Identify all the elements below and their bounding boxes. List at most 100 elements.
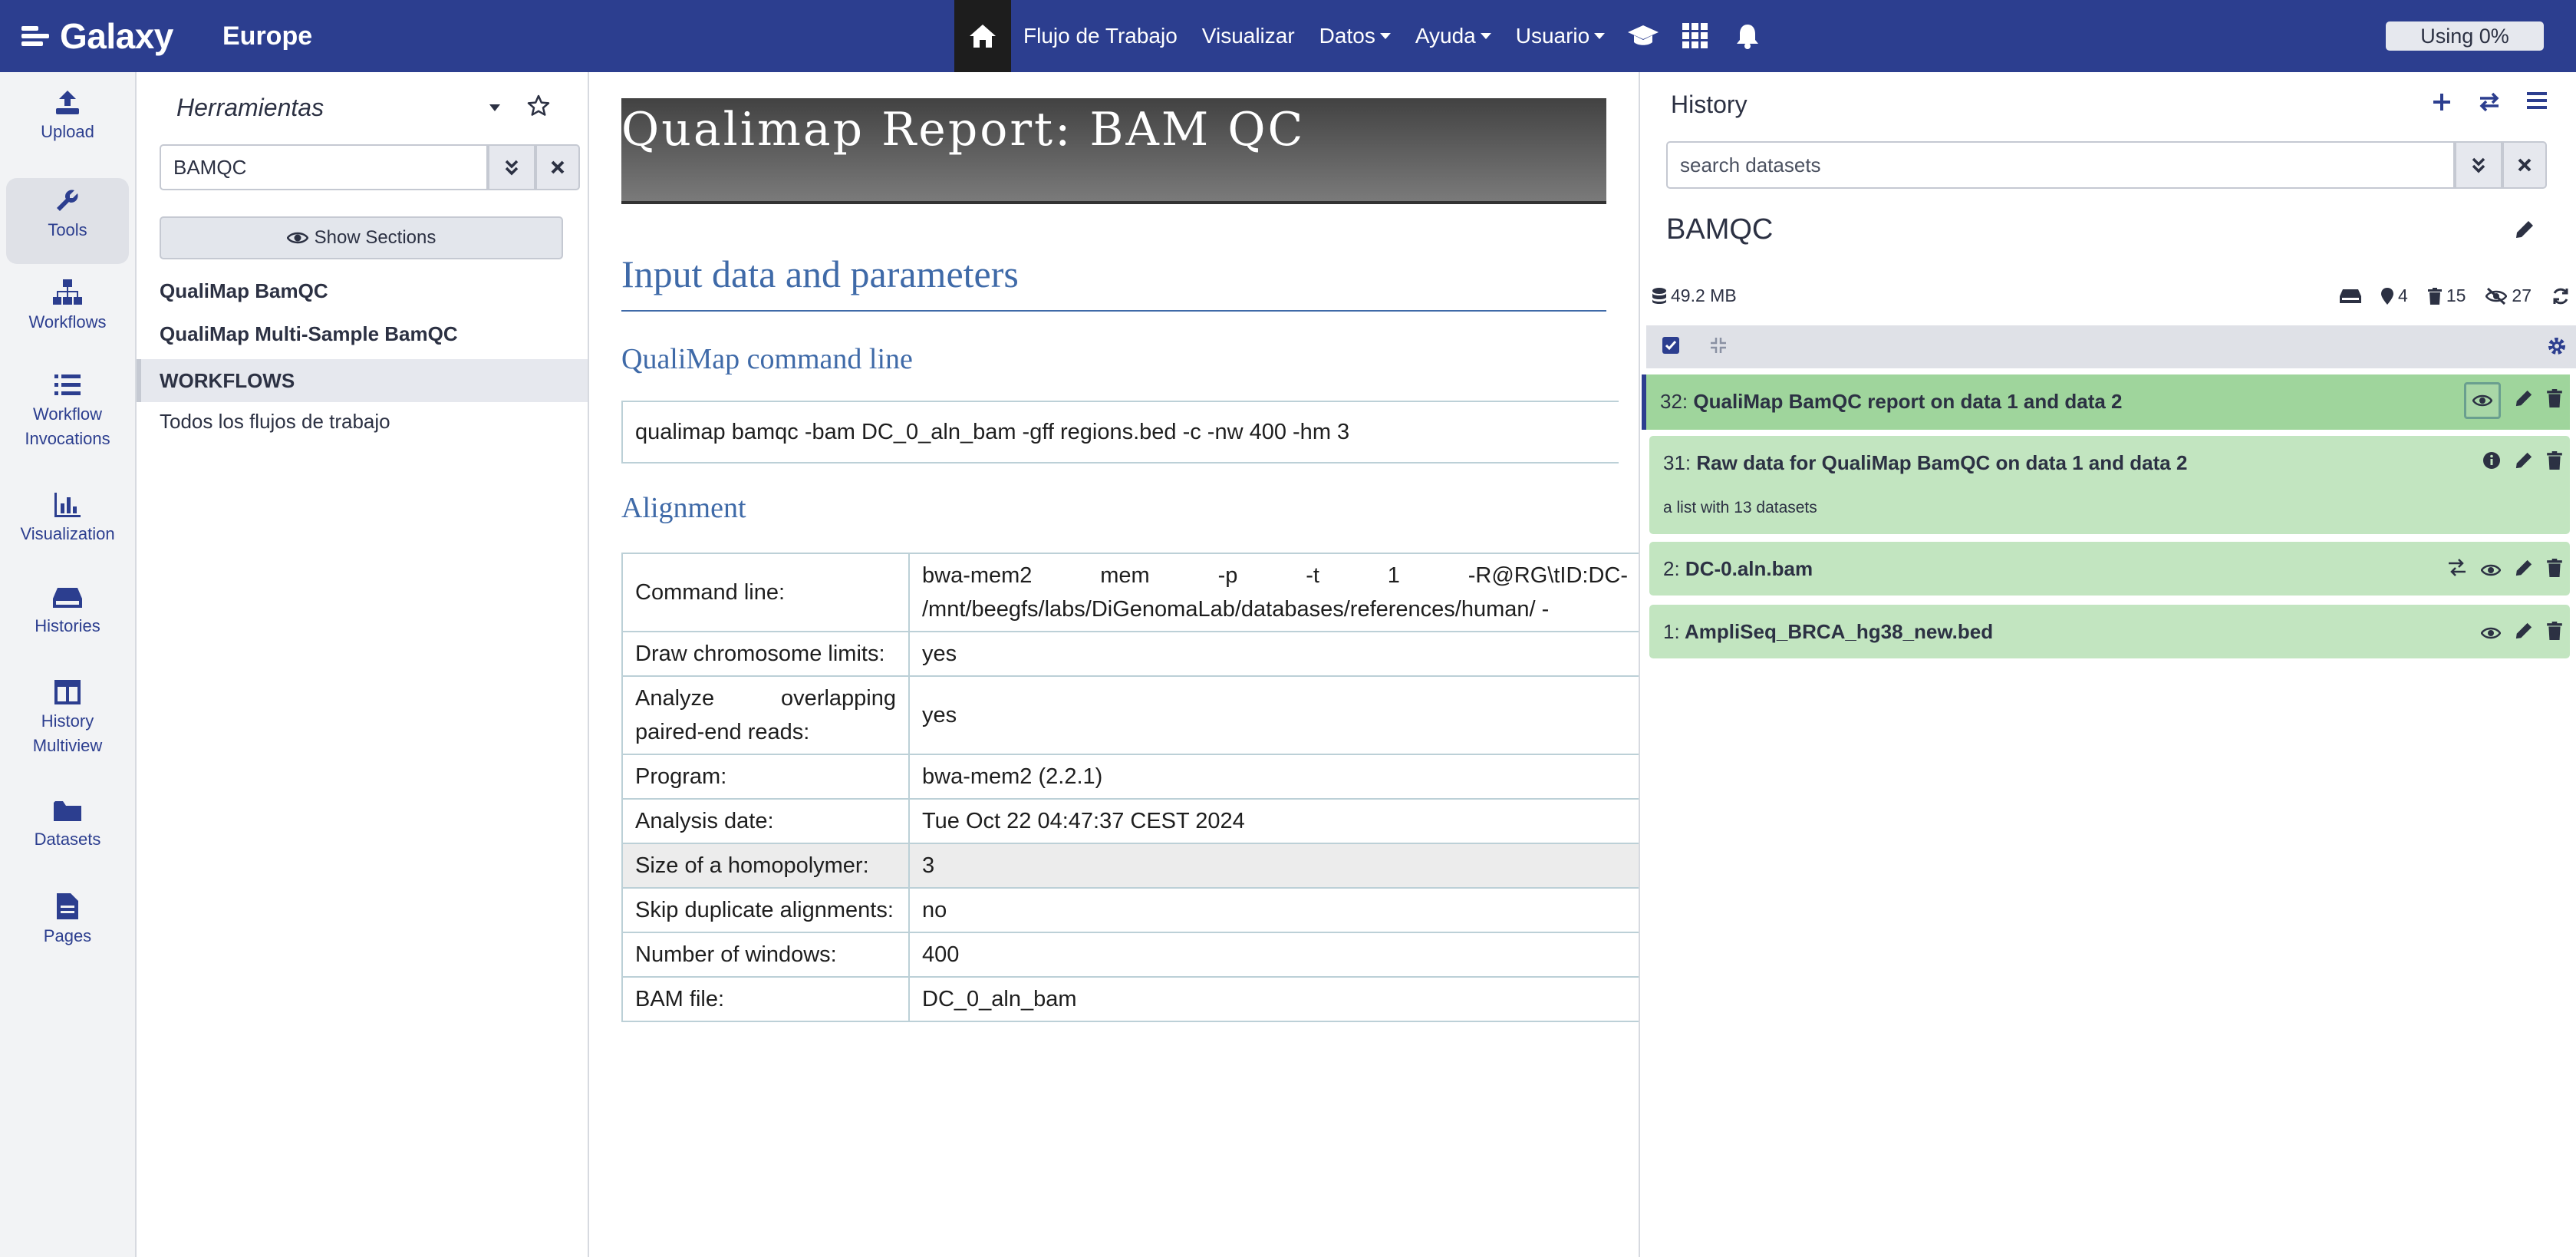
table-row: Draw chromosome limits: yes — [621, 631, 1639, 677]
edit-button[interactable] — [2515, 451, 2533, 475]
activity-workflow-invocations[interactable]: Workflow Invocations — [6, 373, 129, 473]
report-title: Qualimap Report: BAM QC — [621, 103, 1306, 157]
file-icon — [57, 893, 78, 919]
table-row: Program: bwa-mem2 (2.2.1) — [621, 754, 1639, 800]
dataset-hid: 1: — [1663, 620, 1680, 643]
compress-icon — [1711, 338, 1726, 353]
activity-upload[interactable]: Upload — [6, 89, 129, 166]
activity-datasets[interactable]: Datasets — [6, 800, 129, 876]
deleted-count[interactable]: 15 — [2427, 285, 2466, 306]
close-icon — [2518, 158, 2532, 172]
history-counters: 4 15 27 — [2340, 285, 2570, 306]
home-icon — [970, 25, 996, 48]
advanced-search-button[interactable] — [488, 144, 535, 190]
collapse-all-button[interactable] — [1709, 336, 1728, 358]
alignment-heading: Alignment — [621, 492, 746, 524]
display-button[interactable] — [2464, 382, 2501, 419]
edit-button[interactable] — [2515, 622, 2533, 645]
display-button[interactable] — [2480, 559, 2502, 582]
tool-search-input[interactable]: BAMQC — [160, 144, 488, 190]
brand-name: Galaxy — [60, 16, 173, 56]
edit-button[interactable] — [2515, 559, 2533, 582]
param-value: DC_0_aln_bam — [908, 976, 1639, 1022]
history-options-button[interactable] — [2513, 92, 2561, 112]
quota-meter[interactable]: Using 0% — [2386, 21, 2544, 51]
hidden-count[interactable]: 27 — [2485, 285, 2532, 306]
dataset-title[interactable]: 32: QualiMap BamQC report on data 1 and … — [1660, 390, 2123, 414]
section-workflows[interactable]: WORKFLOWS — [137, 359, 588, 402]
display-button[interactable] — [2480, 622, 2502, 645]
all-workflows-link[interactable]: Todos los flujos de trabajo — [160, 410, 390, 434]
activity-tools[interactable]: Tools — [6, 178, 129, 264]
dataset-name: AmpliSeq_BRCA_hg38_new.bed — [1684, 620, 1994, 643]
show-sections-label: Show Sections — [314, 227, 436, 248]
activity-label: Visualization — [20, 524, 115, 543]
nav-user[interactable]: Usuario — [1504, 0, 1617, 72]
clear-search-button[interactable] — [535, 144, 580, 190]
apps-button[interactable] — [1669, 0, 1721, 72]
dataset-title[interactable]: 31: Raw data for QualiMap BamQC on data … — [1663, 451, 2187, 475]
trash-icon — [2547, 622, 2562, 640]
dataset-item[interactable]: 2: DC-0.aln.bam — [1649, 542, 2570, 596]
related-items-button[interactable] — [2447, 559, 2467, 582]
dataset-search-input[interactable]: search datasets — [1666, 141, 2455, 189]
sitemap-icon — [2449, 559, 2466, 576]
delete-button[interactable] — [2547, 622, 2562, 645]
delete-button[interactable] — [2547, 559, 2562, 582]
input-data-heading: Input data and parameters — [621, 252, 1019, 295]
activity-history-multiview[interactable]: History Multiview — [6, 680, 129, 780]
info-button[interactable] — [2482, 451, 2501, 475]
dataset-collection-item[interactable]: 31: Raw data for QualiMap BamQC on data … — [1649, 436, 2570, 534]
create-history-button[interactable] — [2418, 92, 2466, 112]
edit-button[interactable] — [2515, 389, 2533, 413]
param-value: bwa-mem2 mem -p -t 1 -R@RG\tID:DC- /mnt/… — [908, 553, 1639, 632]
home-button[interactable] — [954, 0, 1011, 72]
activity-label: Tools — [48, 220, 87, 239]
refresh-history-button[interactable] — [2551, 287, 2570, 305]
database-icon — [1652, 287, 1666, 304]
activity-label: Datasets — [34, 830, 101, 849]
show-sections-button[interactable]: Show Sections — [160, 216, 563, 259]
dataset-name: Raw data for QualiMap BamQC on data 1 an… — [1696, 451, 2188, 474]
hdd-icon — [53, 588, 82, 608]
tool-qualimap-bamqc[interactable]: QualiMap BamQC — [160, 279, 328, 303]
activity-visualization[interactable]: Visualization — [6, 493, 129, 569]
tool-qualimap-multi-sample-bamqc[interactable]: QualiMap Multi-Sample BamQC — [160, 322, 458, 346]
delete-button[interactable] — [2547, 388, 2562, 413]
dataset-title[interactable]: 1: AmpliSeq_BRCA_hg38_new.bed — [1663, 620, 1993, 644]
nav-workflow[interactable]: Flujo de Trabajo — [1011, 0, 1190, 72]
delete-button[interactable] — [2547, 451, 2562, 475]
nav-visualize[interactable]: Visualizar — [1190, 0, 1307, 72]
param-key: Number of windows: — [621, 932, 910, 978]
favorites-button[interactable] — [526, 94, 551, 122]
switch-history-button[interactable] — [2466, 92, 2513, 112]
storage-dashboard-button[interactable] — [2340, 289, 2362, 304]
wrench-icon — [57, 190, 78, 211]
history-settings-button[interactable] — [2547, 336, 2567, 360]
activity-histories[interactable]: Histories — [6, 586, 129, 663]
nav-data[interactable]: Datos — [1307, 0, 1403, 72]
clear-filter-button[interactable] — [2502, 141, 2547, 189]
training-button[interactable] — [1617, 0, 1669, 72]
param-value: Tue Oct 22 04:47:37 CEST 2024 — [908, 798, 1639, 844]
dataset-title[interactable]: 2: DC-0.aln.bam — [1663, 557, 1813, 581]
table-row: Number of windows: 400 — [621, 932, 1639, 978]
notifications-button[interactable] — [1721, 0, 1774, 72]
edit-history-button[interactable] — [2515, 219, 2535, 243]
activity-pages[interactable]: Pages — [6, 893, 129, 970]
dataset-item[interactable]: 32: QualiMap BamQC report on data 1 and … — [1642, 374, 2570, 430]
deleted-count-label: 15 — [2446, 285, 2466, 305]
table-row: Analysis date: Tue Oct 22 04:47:37 CEST 2… — [621, 798, 1639, 844]
select-items-button[interactable] — [1662, 336, 1680, 358]
brand-link[interactable]: Galaxy — [21, 0, 173, 72]
activity-workflows[interactable]: Workflows — [6, 279, 129, 356]
brand-subtitle: Europe — [222, 21, 313, 51]
history-size[interactable]: 49.2 MB — [1652, 285, 1737, 306]
advanced-filter-button[interactable] — [2455, 141, 2502, 189]
shown-count[interactable]: 4 — [2381, 285, 2408, 306]
chevron-down-icon — [1379, 33, 1391, 39]
panel-view-dropdown-icon[interactable] — [489, 104, 500, 111]
nav-help[interactable]: Ayuda — [1403, 0, 1504, 72]
menu-icon — [2527, 92, 2547, 109]
dataset-item[interactable]: 1: AmpliSeq_BRCA_hg38_new.bed — [1649, 605, 2570, 658]
